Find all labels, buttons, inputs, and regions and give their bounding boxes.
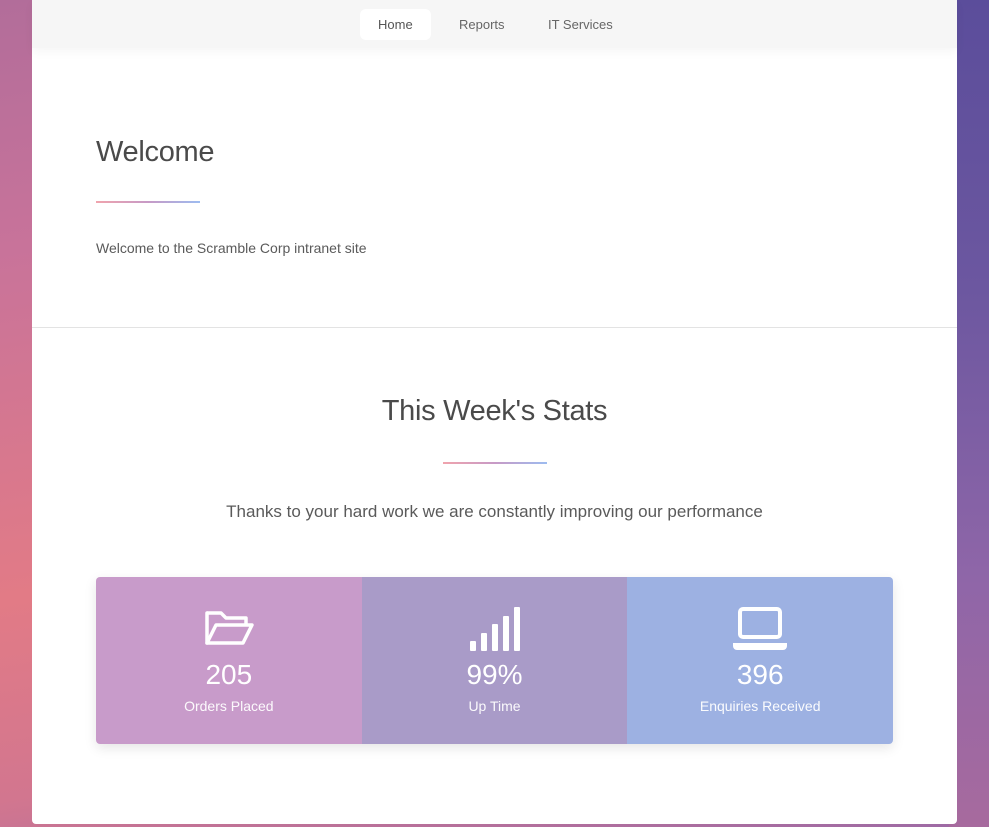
stats-panel: 205 Orders Placed 99% Up Time 396 Enquir… <box>96 577 893 744</box>
section-divider <box>32 327 957 328</box>
stats-subtitle: Thanks to your hard work we are constant… <box>226 502 763 521</box>
stat-enquiries: 396 Enquiries Received <box>627 577 893 744</box>
main-card: Home Reports IT Services Welcome Welcome… <box>32 0 957 824</box>
folder-open-icon <box>205 611 254 645</box>
top-nav: Home Reports IT Services <box>32 0 957 48</box>
stat-value: 396 <box>736 659 784 690</box>
stat-label: Orders Placed <box>184 698 274 714</box>
stat-orders: 205 Orders Placed <box>96 577 362 744</box>
stat-label: Enquiries Received <box>699 698 821 714</box>
welcome-underline <box>96 201 200 203</box>
stat-value: 99% <box>466 659 523 690</box>
stats-heading: This Week's Stats <box>381 395 608 427</box>
stat-label: Up Time <box>468 698 521 714</box>
nav-item-it-services[interactable]: IT Services <box>530 9 631 40</box>
stat-value: 205 <box>205 659 253 690</box>
welcome-text: Welcome to the Scramble Corp intranet si… <box>96 240 367 256</box>
stat-uptime: 99% Up Time <box>361 577 628 744</box>
nav-item-reports[interactable]: Reports <box>441 9 523 40</box>
stats-underline <box>443 462 547 464</box>
nav-item-home[interactable]: Home <box>360 9 431 40</box>
signal-bars-icon <box>469 607 520 651</box>
laptop-icon <box>733 607 788 650</box>
welcome-heading: Welcome <box>96 136 215 168</box>
